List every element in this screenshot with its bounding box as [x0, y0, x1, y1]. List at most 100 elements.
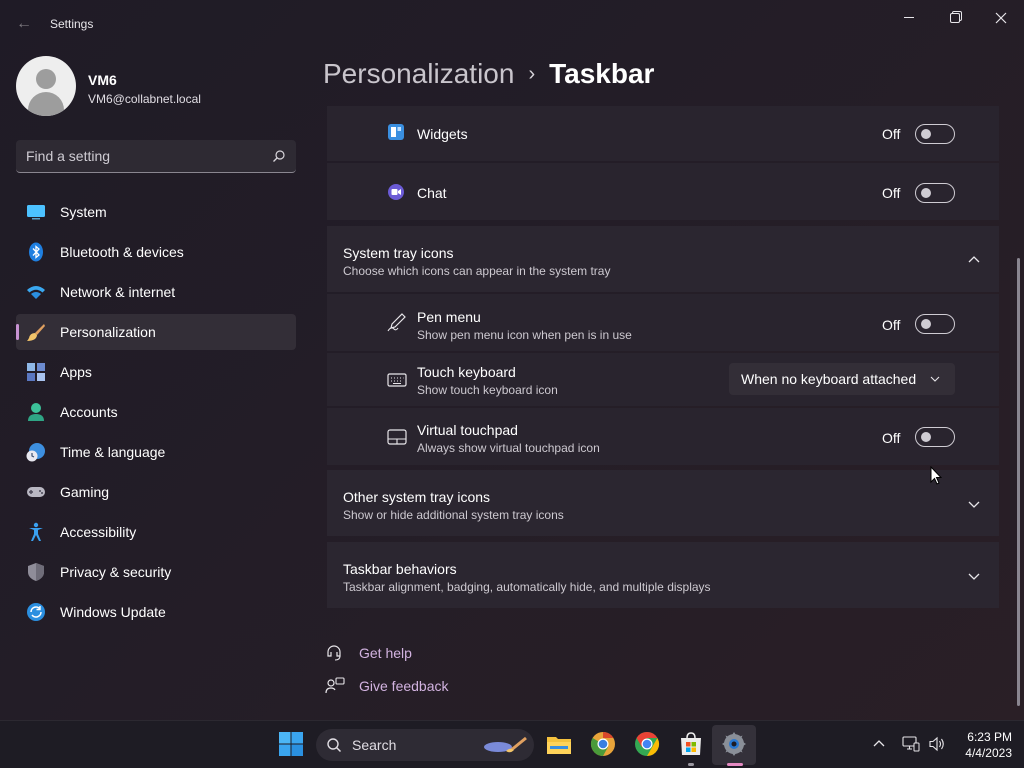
- volume-icon[interactable]: [928, 735, 946, 753]
- mouse-cursor-icon: [930, 466, 942, 485]
- keyboard-icon: [387, 373, 407, 387]
- other-tray-section[interactable]: Other system tray icons Show or hide add…: [327, 470, 999, 536]
- sidebar-item-label: Apps: [60, 364, 92, 380]
- brush-icon: [27, 324, 45, 341]
- apps-icon: [27, 363, 45, 381]
- chevron-down-icon[interactable]: [967, 569, 981, 583]
- network-icon[interactable]: [902, 735, 920, 753]
- breadcrumb-parent[interactable]: Personalization: [323, 58, 514, 89]
- close-button[interactable]: [978, 6, 1024, 28]
- sidebar-item-windows-update[interactable]: Windows Update: [16, 594, 296, 630]
- clock-date[interactable]: 4/4/2023: [960, 746, 1012, 760]
- pen-menu-state: Off: [882, 317, 901, 333]
- section-subtitle: Choose which icons can appear in the sys…: [343, 264, 611, 278]
- pen-menu-toggle[interactable]: [915, 314, 955, 334]
- pen-menu-description: Show pen menu icon when pen is in use: [417, 328, 632, 342]
- back-arrow-icon[interactable]: ←: [14, 14, 34, 34]
- update-icon: [27, 603, 45, 621]
- system-tray-section-header[interactable]: System tray icons Choose which icons can…: [327, 226, 999, 292]
- chrome-icon[interactable]: [634, 731, 660, 757]
- widgets-icon: [388, 124, 404, 140]
- sidebar-item-time-language[interactable]: Time & language: [16, 434, 296, 470]
- sidebar-item-system[interactable]: System: [16, 194, 296, 230]
- title-bar: ← Settings: [0, 0, 1024, 48]
- virtual-touchpad-label: Virtual touchpad: [417, 422, 518, 438]
- feedback-icon: [325, 677, 345, 694]
- scrollbar[interactable]: [1017, 258, 1020, 706]
- person-icon: [28, 403, 44, 421]
- give-feedback-label: Give feedback: [359, 678, 449, 694]
- virtual-touchpad-row: Virtual touchpad Always show virtual tou…: [327, 408, 999, 465]
- chevron-up-icon[interactable]: [967, 253, 981, 267]
- sidebar-nav: System Bluetooth & devices Network & int…: [16, 194, 296, 634]
- sidebar-item-personalization[interactable]: Personalization: [16, 314, 296, 350]
- pen-menu-row: Pen menu Show pen menu icon when pen is …: [327, 294, 999, 351]
- sidebar-item-apps[interactable]: Apps: [16, 354, 296, 390]
- breadcrumb-separator: ›: [528, 63, 536, 85]
- virtual-touchpad-toggle[interactable]: [915, 427, 955, 447]
- chat-toggle[interactable]: [915, 183, 955, 203]
- search-icon: [327, 738, 342, 753]
- sidebar-item-label: Accessibility: [60, 524, 137, 540]
- widgets-label: Widgets: [417, 126, 468, 142]
- globe-clock-icon: [26, 443, 45, 462]
- running-indicator: [688, 763, 694, 766]
- sidebar-item-privacy[interactable]: Privacy & security: [16, 554, 296, 590]
- sidebar-item-label: Gaming: [60, 484, 110, 500]
- chrome-canary-icon[interactable]: [590, 731, 616, 757]
- monitor-icon: [27, 205, 45, 220]
- sidebar-item-accounts[interactable]: Accounts: [16, 394, 296, 430]
- sidebar-item-label: Network & internet: [60, 284, 176, 300]
- chevron-up-icon[interactable]: [872, 737, 886, 751]
- settings-gear-icon[interactable]: [721, 731, 747, 757]
- widgets-toggle[interactable]: [915, 124, 955, 144]
- sidebar-item-accessibility[interactable]: Accessibility: [16, 514, 296, 550]
- section-title: Other system tray icons: [343, 489, 491, 505]
- virtual-touchpad-description: Always show virtual touchpad icon: [417, 441, 600, 455]
- bluetooth-icon: [29, 242, 43, 262]
- start-icon[interactable]: [278, 731, 304, 757]
- widgets-row: Widgets Off: [327, 106, 999, 161]
- profile-name: VM6: [88, 72, 117, 88]
- wifi-icon: [27, 286, 45, 299]
- microsoft-store-icon[interactable]: [678, 731, 704, 757]
- sidebar-item-network[interactable]: Network & internet: [16, 274, 296, 310]
- touch-keyboard-dropdown[interactable]: When no keyboard attached: [729, 363, 955, 395]
- chat-icon: [388, 184, 404, 200]
- sidebar-item-label: Personalization: [60, 324, 156, 340]
- clock-time[interactable]: 6:23 PM: [960, 730, 1012, 744]
- maximize-button[interactable]: [932, 6, 978, 28]
- os-taskbar: Search 6:23 PM 4/4/2023: [0, 720, 1024, 768]
- minimize-icon: [904, 17, 914, 19]
- virtual-touchpad-state: Off: [882, 430, 901, 446]
- app-title: Settings: [50, 17, 94, 31]
- touch-keyboard-label: Touch keyboard: [417, 364, 516, 380]
- profile-email: VM6@collabnet.local: [88, 92, 201, 106]
- sidebar-item-label: System: [60, 204, 107, 220]
- sidebar-item-label: Time & language: [60, 444, 166, 460]
- taskbar-behaviors-section[interactable]: Taskbar behaviors Taskbar alignment, bad…: [327, 542, 999, 608]
- active-indicator: [727, 763, 743, 766]
- chevron-down-icon: [930, 376, 940, 382]
- section-title: System tray icons: [343, 245, 454, 261]
- page-title: Taskbar: [549, 58, 655, 89]
- file-explorer-icon[interactable]: [546, 731, 572, 757]
- active-indicator: [16, 324, 19, 340]
- chevron-down-icon[interactable]: [967, 497, 981, 511]
- sidebar-item-gaming[interactable]: Gaming: [16, 474, 296, 510]
- search-input[interactable]: [26, 146, 266, 166]
- settings-search[interactable]: [16, 140, 296, 173]
- gamepad-icon: [27, 487, 45, 497]
- shield-icon: [28, 563, 44, 581]
- section-subtitle: Show or hide additional system tray icon…: [343, 508, 564, 522]
- minimize-button[interactable]: [886, 6, 932, 28]
- widgets-state: Off: [882, 126, 901, 142]
- accessibility-icon: [29, 522, 43, 541]
- taskbar-search-label: Search: [352, 737, 397, 753]
- sidebar-item-bluetooth[interactable]: Bluetooth & devices: [16, 234, 296, 270]
- chat-state: Off: [882, 185, 901, 201]
- taskbar-search[interactable]: Search: [316, 729, 534, 761]
- sidebar-item-label: Accounts: [60, 404, 118, 420]
- search-icon[interactable]: [272, 149, 286, 163]
- section-title: Taskbar behaviors: [343, 561, 457, 577]
